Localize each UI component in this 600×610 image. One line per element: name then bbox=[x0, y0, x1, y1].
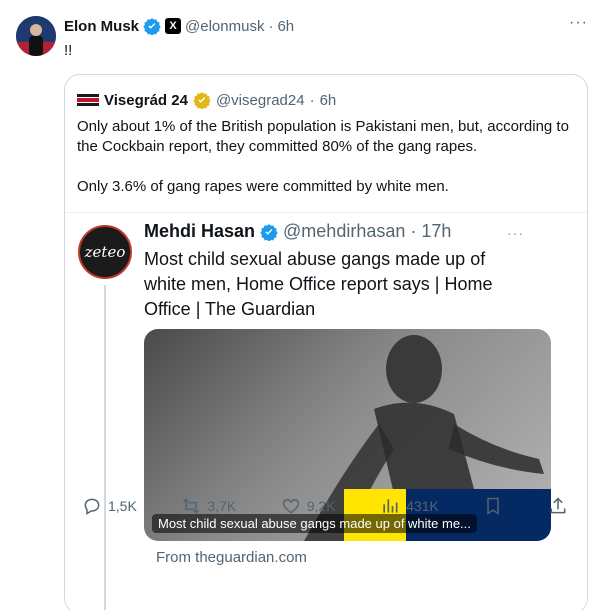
quoted-tweet[interactable]: Visegrád 24 @visegrad24 · 6h Only about … bbox=[64, 74, 588, 610]
separator: · bbox=[410, 221, 417, 241]
verified-badge-icon bbox=[143, 17, 161, 35]
bookmark-button[interactable] bbox=[483, 496, 503, 516]
embedded-author-name: Mehdi Hasan bbox=[144, 221, 256, 241]
repost-button[interactable]: 3,7K bbox=[181, 496, 236, 516]
embedded-timestamp: 17h bbox=[421, 221, 452, 241]
embedded-tweet-text: Most child sexual abuse gangs made up of… bbox=[144, 249, 493, 319]
views-button[interactable]: 431K bbox=[380, 496, 439, 516]
heart-icon bbox=[282, 498, 299, 514]
quoted-timestamp[interactable]: 6h bbox=[320, 92, 337, 109]
article-caption: Most child sexual abuse gangs made up of… bbox=[152, 514, 477, 533]
quoted-tweet-text: Only about 1% of the British population … bbox=[77, 117, 577, 217]
embedded-tweet-image[interactable]: zeteo Mehdi Hasan @mehdirhasan · 17h ···… bbox=[65, 212, 587, 610]
visegrad-logo-icon bbox=[77, 89, 99, 111]
article-source: From theguardian.com bbox=[156, 549, 307, 566]
repost-count: 3,7K bbox=[207, 498, 237, 514]
like-button[interactable]: 9,2K bbox=[281, 496, 336, 516]
more-options-icon[interactable]: ··· bbox=[569, 14, 588, 32]
tweet-header: Elon Musk X @elonmusk · 6h bbox=[64, 17, 294, 35]
reply-count: 1,5K bbox=[108, 498, 137, 514]
embedded-tweet-header: Mehdi Hasan @mehdirhasan · 17h bbox=[144, 221, 451, 242]
reply-button[interactable]: 1,5K bbox=[82, 496, 137, 516]
tweet-card: Elon Musk X @elonmusk · 6h ··· !! Visegr… bbox=[0, 0, 600, 610]
author-name[interactable]: Elon Musk bbox=[64, 18, 139, 35]
repost-icon bbox=[183, 498, 200, 514]
share-icon bbox=[550, 497, 566, 514]
like-count: 9,2K bbox=[306, 498, 336, 514]
bookmark-icon bbox=[487, 497, 500, 515]
reply-icon bbox=[84, 498, 100, 515]
quoted-paragraph: Only 3.6% of gang rapes were committed b… bbox=[77, 178, 449, 195]
action-bar: 1,5K 3,7K 9,2K 431K bbox=[82, 496, 568, 516]
avatar[interactable] bbox=[16, 16, 56, 56]
zeteo-avatar: zeteo bbox=[78, 225, 132, 279]
tweet-text: !! bbox=[64, 42, 73, 59]
share-button[interactable] bbox=[548, 496, 568, 516]
quoted-tweet-header: Visegrád 24 @visegrad24 · 6h bbox=[77, 89, 336, 111]
author-handle[interactable]: @elonmusk bbox=[185, 18, 264, 35]
x-affiliate-icon: X bbox=[165, 18, 182, 34]
verified-badge-icon bbox=[260, 223, 278, 241]
views-chart-icon bbox=[383, 499, 398, 513]
separator: · bbox=[309, 91, 315, 109]
quoted-author-handle[interactable]: @visegrad24 bbox=[216, 92, 305, 109]
separator: · bbox=[268, 17, 274, 35]
embedded-author-handle: @mehdirhasan bbox=[283, 221, 406, 241]
more-options-icon: ··· bbox=[507, 225, 524, 241]
view-count: 431K bbox=[406, 498, 439, 514]
quoted-author-name[interactable]: Visegrád 24 bbox=[104, 92, 188, 109]
quoted-paragraph: Only about 1% of the British population … bbox=[77, 118, 569, 155]
verified-gold-badge-icon bbox=[193, 91, 211, 109]
timestamp[interactable]: 6h bbox=[277, 18, 294, 35]
thread-line bbox=[104, 285, 106, 610]
